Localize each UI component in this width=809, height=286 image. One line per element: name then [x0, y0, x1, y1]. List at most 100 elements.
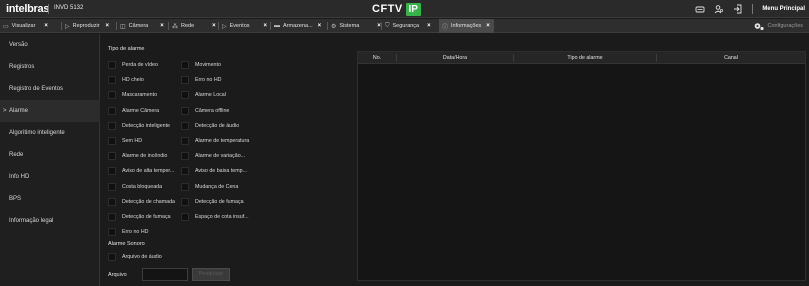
column-header-no[interactable]: No. [358, 52, 396, 64]
alarm-type-checkbox[interactable]: Erro no HD [181, 76, 222, 85]
checkbox-box[interactable] [181, 76, 189, 85]
checkbox-box[interactable] [108, 106, 116, 115]
alarm-type-checkbox[interactable]: Alarme de temperatura [181, 137, 249, 145]
sidebar-item-algoritimo[interactable]: Algoritimo inteligente [0, 122, 100, 144]
alarm-type-checkbox[interactable]: Mascaramento [108, 91, 157, 100]
alarm-type-checkbox[interactable]: Alarme de variação... [181, 152, 245, 161]
users-icon[interactable] [714, 4, 724, 14]
tab-seguranca[interactable]: ⛉ Segurança × [382, 19, 438, 33]
checkbox-box[interactable] [108, 253, 116, 261]
alarm-type-checkbox[interactable]: Costa bloqueada [108, 182, 162, 191]
sidebar-item-alarme[interactable]: > Alarme [0, 100, 100, 122]
sidebar-item-informacao-legal[interactable]: Informação legal [0, 210, 100, 232]
tab-label: Eventos [229, 23, 250, 29]
close-icon[interactable]: × [106, 23, 110, 29]
tab-informacoes[interactable]: ⓘ Informações × [439, 19, 494, 33]
checkbox-box[interactable] [108, 91, 116, 100]
brand-mark: IP [405, 2, 421, 16]
alarm-type-checkbox[interactable]: Sem HD [108, 137, 142, 145]
alarm-type-checkbox[interactable]: Movimento [181, 61, 221, 69]
alarm-type-checkbox[interactable]: Detecção de fumaça [181, 197, 244, 206]
alarm-type-checkbox[interactable]: Alarme Local [181, 91, 226, 100]
alarm-type-checkbox[interactable]: Detecção de áudio [181, 121, 239, 130]
sidebar-item-label: Info HD [9, 174, 30, 180]
alarm-type-checkbox[interactable]: Detecção de chamada [108, 197, 175, 206]
checkbox-box[interactable] [108, 182, 116, 191]
tab-rede[interactable]: ⁂ Rede × [169, 19, 217, 33]
checkbox-box[interactable] [181, 152, 189, 161]
logout-icon[interactable] [733, 4, 743, 14]
audio-file-checkbox[interactable]: Arquivo de áudio [108, 253, 162, 261]
close-icon[interactable]: × [264, 23, 268, 29]
close-icon[interactable]: × [212, 23, 216, 29]
file-input[interactable] [142, 268, 188, 281]
alarm-type-checkbox[interactable]: Detecção de fumaça [108, 213, 171, 221]
tab-reproduzir[interactable]: ▷ Reproduzir × [62, 19, 115, 33]
alarm-type-checkbox[interactable]: Alarme Câmera [108, 106, 159, 115]
checkbox-box[interactable] [181, 197, 189, 206]
close-icon[interactable]: × [486, 23, 490, 29]
tab-sistema[interactable]: ⚙ Sistema × [328, 19, 381, 33]
alarm-type-checkbox[interactable]: Perda de vídeo [108, 61, 158, 69]
checkbox-box[interactable] [181, 137, 189, 145]
sidebar-item-info-hd[interactable]: Info HD [0, 166, 100, 188]
sidebar-item-rede[interactable]: Rede [0, 144, 100, 166]
checkbox-box[interactable] [181, 61, 189, 69]
checkbox-box[interactable] [181, 167, 189, 176]
checkbox-box[interactable] [181, 121, 189, 130]
alarm-type-checkbox[interactable]: Espaço de cota insuf... [181, 213, 249, 221]
main-menu-button[interactable]: Menu Principal [762, 6, 805, 12]
column-header-channel[interactable]: Canal [657, 52, 805, 64]
alarm-type-checkbox[interactable]: Detecção inteligente [108, 121, 170, 130]
alarm-type-checkbox[interactable]: Câmera offline [181, 106, 229, 115]
checkbox-box[interactable] [108, 152, 116, 161]
checkbox-box[interactable] [108, 228, 116, 237]
column-header-datetime[interactable]: Data/Hora [397, 52, 513, 64]
alarm-type-checkbox[interactable]: Alarme de incêndio [108, 152, 167, 161]
display-icon: ▭ [3, 23, 9, 30]
checkbox-box[interactable] [181, 91, 189, 100]
tab-camera[interactable]: ◫ Câmera × [117, 19, 167, 33]
top-right-actions: Menu Principal [695, 3, 805, 15]
checkbox-box[interactable] [108, 61, 116, 69]
sidebar-item-versao[interactable]: Versão [0, 34, 100, 56]
checkbox-box[interactable] [108, 197, 116, 206]
tab-armazenamento[interactable]: ▬ Armazena... × [271, 19, 326, 33]
alarm-type-checkbox[interactable]: Erro no HD [108, 228, 149, 237]
checkbox-box[interactable] [181, 182, 189, 191]
configuracoes-button[interactable]: Configurações [754, 19, 803, 33]
close-icon[interactable]: × [160, 23, 164, 29]
alarm-type-checkbox[interactable]: Mudança de Cena [181, 182, 238, 191]
checkbox-box[interactable] [108, 121, 116, 130]
checkbox-label: Aviso de baixa temp... [195, 168, 248, 175]
sidebar-item-registro-eventos[interactable]: Registro de Eventos [0, 78, 100, 100]
sidebar-item-registros[interactable]: Registros [0, 56, 100, 78]
sidebar-item-bps[interactable]: BPS [0, 188, 100, 210]
sidebar-item-label: BPS [9, 196, 22, 202]
brand-text: CFTV [372, 3, 403, 15]
checkbox-box[interactable] [108, 76, 116, 85]
checkbox-box[interactable] [108, 137, 116, 145]
alarm-type-checkbox[interactable]: HD cheio [108, 76, 144, 85]
alarm-type-checkbox[interactable]: Aviso de alta temper... [108, 167, 175, 176]
checkbox-box[interactable] [181, 106, 189, 115]
checkbox-box[interactable] [108, 213, 116, 221]
tab-visualizar[interactable]: ▭ Visualizar × [0, 19, 60, 33]
column-header-alarm-type[interactable]: Tipo de alarme [514, 52, 656, 64]
playback-icon: ▷ [65, 23, 70, 30]
checkbox-label: Aviso de alta temper... [122, 168, 175, 175]
search-button[interactable]: Pesquisar [192, 268, 230, 281]
results-table: No. Data/Hora Tipo de alarme Canal [357, 51, 806, 281]
tab-eventos[interactable]: ▷ Eventos × [219, 19, 269, 33]
storage-icon[interactable] [695, 4, 705, 14]
events-icon: ▷ [222, 23, 227, 30]
checkbox-label: Erro no HD [195, 77, 222, 84]
close-icon[interactable]: × [44, 23, 48, 29]
close-icon[interactable]: × [427, 23, 431, 29]
checkbox-box[interactable] [181, 213, 189, 221]
alarm-type-checkbox[interactable]: Aviso de baixa temp... [181, 167, 248, 176]
divider [752, 4, 754, 14]
checkbox-label: Movimento [195, 62, 221, 68]
checkbox-box[interactable] [108, 167, 116, 176]
close-icon[interactable]: × [318, 23, 322, 29]
